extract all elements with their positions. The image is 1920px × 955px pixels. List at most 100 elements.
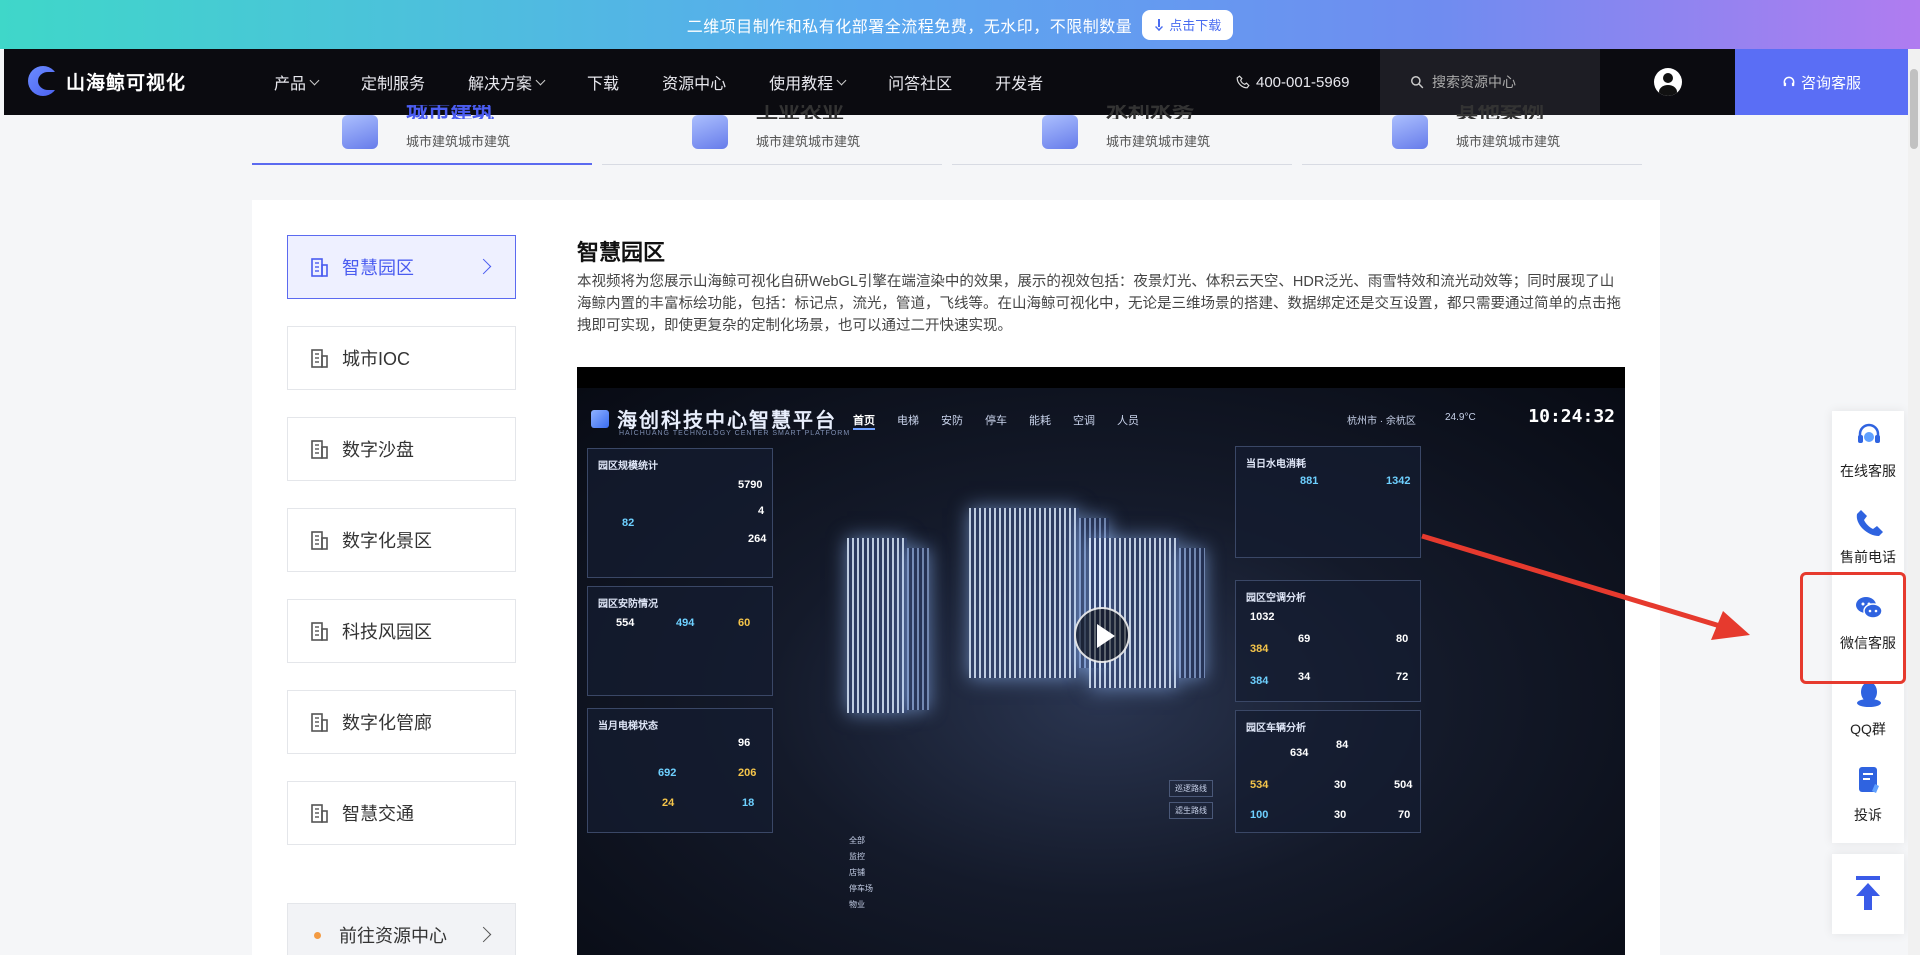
nav-item-6[interactable]: 问答社区 <box>888 70 952 94</box>
chevron-right-icon <box>475 926 492 943</box>
parking-used-value: 534 <box>1250 779 1269 791</box>
promo-download-button[interactable]: 点击下载 <box>1142 9 1234 40</box>
category-subtitle: 城市建筑城市建筑 <box>1456 134 1561 149</box>
logo[interactable]: 山海鲸可视化 <box>28 66 186 96</box>
resource-center-link[interactable]: 前往资源中心 <box>287 903 516 955</box>
floatbar-item-label: QQ群 <box>1850 721 1886 737</box>
category-tab-3[interactable]: 其他案例 城市建筑城市建筑 <box>1302 105 1642 165</box>
sidebar-item-2[interactable]: 数字沙盘 <box>287 417 516 481</box>
video-menu-item-0: 全部 <box>849 836 865 845</box>
panel-energy: 当日水电消耗 881 1342 <box>1235 446 1421 558</box>
chevron-down-icon <box>309 75 320 85</box>
panel-parking: 园区车辆分析 634 84 534 30 504 100 30 70 <box>1235 710 1421 833</box>
building-left <box>847 538 907 713</box>
content-title: 智慧园区 <box>577 240 666 265</box>
floatbar-item-4[interactable]: 投诉 <box>1832 755 1904 835</box>
building-center <box>969 508 1079 678</box>
user-avatar-icon[interactable] <box>1654 68 1682 96</box>
panel-park-scale: 园区规模统计 82 5790 4 264 <box>587 448 773 578</box>
nav-item-0[interactable]: 产品 <box>274 70 320 94</box>
building-icon <box>308 802 330 824</box>
panel-park-scale-title: 园区规模统计 <box>598 461 658 472</box>
floatbar-item-label: 在线客服 <box>1840 463 1896 479</box>
nav-item-label: 产品 <box>274 76 307 93</box>
sidebar-item-label: 城市IOC <box>342 349 411 369</box>
sidebar-item-1[interactable]: 城市IOC <box>287 326 516 390</box>
sidebar-item-label: 数字沙盘 <box>342 440 414 460</box>
floatbar-item-1[interactable]: 售前电话 <box>1832 497 1904 577</box>
video-menu-item-1: 监控 <box>849 852 865 861</box>
sidebar-item-0[interactable]: 智慧园区 <box>287 235 516 299</box>
security-monitors-value: 554 <box>616 617 635 629</box>
video-player[interactable]: 海创科技中心智慧平台 HAICHUANG TECHNOLOGY CENTER S… <box>577 367 1625 955</box>
video-menu-item-4: 物业 <box>849 900 865 909</box>
building-icon <box>308 620 330 642</box>
chevron-down-icon <box>535 75 546 85</box>
park-rate-value: 82 <box>622 517 635 529</box>
sidebar-item-4[interactable]: 科技风园区 <box>287 599 516 663</box>
sidebar-item-3[interactable]: 数字化景区 <box>287 508 516 572</box>
consult-label: 咨询客服 <box>1800 74 1861 92</box>
nav-item-label: 使用教程 <box>769 76 834 93</box>
aircon-equip-value: 80 <box>1396 633 1409 645</box>
video-temperature: 24.9°C <box>1445 412 1476 423</box>
nav-item-1[interactable]: 定制服务 <box>361 70 425 94</box>
content-area: 智慧园区 本视频将为您展示山海鲸可视化自研WebGL引擎在端渲染中的效果，展示的… <box>577 235 1625 337</box>
top-nav: 山海鲸可视化 产品 定制服务 解决方案 下载 资源中心 使用教程 问答社区 开发者 400-0… <box>4 49 1908 115</box>
energy-water-value: 881 <box>1300 475 1319 487</box>
promo-download-label: 点击下载 <box>1169 18 1222 33</box>
scrollbar-thumb[interactable] <box>1910 69 1918 149</box>
video-layer-menu: 全部 监控 店铺 停车场 物业 <box>849 833 873 913</box>
aircon-off-value: 384 <box>1250 675 1269 687</box>
parking-below-value: 504 <box>1394 779 1413 791</box>
park-buildings-value: 4 <box>758 505 765 517</box>
category-tabs: 城市建筑 城市建筑城市建筑 工业农业 城市建筑城市建筑 水利水务 城市建筑城市建筑 其他案例… <box>252 105 1660 165</box>
panel-energy-title: 当日水电消耗 <box>1246 459 1306 470</box>
video-dashboard-title: 海创科技中心智慧平台 <box>591 404 837 433</box>
category-building-icon <box>692 115 728 149</box>
building-icon <box>308 711 330 733</box>
phone-number[interactable]: 400-001-5969 <box>1236 49 1349 115</box>
parking-free-value: 100 <box>1250 809 1269 821</box>
category-subtitle: 城市建筑城市建筑 <box>1106 134 1211 149</box>
back-to-top-button[interactable] <box>1832 854 1904 934</box>
parking-rate-value: 84 <box>1336 739 1349 751</box>
elevator-normal-value: 692 <box>658 767 677 779</box>
building-icon <box>308 347 330 369</box>
video-tab-2: 安防 <box>941 415 963 427</box>
panel-elevator: 当月电梯状态 96 692 206 24 18 <box>587 708 773 833</box>
play-icon[interactable] <box>1074 607 1130 663</box>
content-description: 本视频将为您展示山海鲸可视化自研WebGL引擎在端渲染中的效果，展示的视效包括：… <box>577 274 1621 334</box>
video-location: 杭州市 · 余杭区 <box>1347 416 1416 427</box>
sidebar-item-6[interactable]: 智慧交通 <box>287 781 516 845</box>
nav-item-2[interactable]: 解决方案 <box>468 70 546 94</box>
complaint-icon <box>1854 765 1884 795</box>
category-title: 工业农业 <box>756 105 845 119</box>
park-offices-value: 264 <box>748 533 767 545</box>
nav-item-7[interactable]: 开发者 <box>995 70 1043 94</box>
sidebar-item-label: 数字化景区 <box>342 531 432 551</box>
sidebar-item-5[interactable]: 数字化管廊 <box>287 690 516 754</box>
elevator-safety-value: 96 <box>738 737 751 749</box>
nav-menu: 产品 定制服务 解决方案 下载 资源中心 使用教程 问答社区 开发者 <box>274 49 1086 115</box>
nav-item-3[interactable]: 下载 <box>587 70 619 94</box>
category-tab-1[interactable]: 工业农业城市建筑城市建筑 <box>602 105 942 165</box>
promo-banner: 二维项目制作和私有化部署全流程免费，无水印，不限制数量 点击下载 <box>0 0 1920 49</box>
nav-item-4[interactable]: 资源中心 <box>662 70 726 94</box>
building-icon <box>308 256 330 278</box>
consult-button[interactable]: 咨询客服 <box>1735 49 1908 115</box>
video-tab-5: 空调 <box>1073 415 1095 427</box>
panel-elevator-title: 当月电梯状态 <box>598 721 658 732</box>
nav-item-label: 开发者 <box>995 76 1044 93</box>
floatbar-item-label: 售前电话 <box>1840 549 1896 565</box>
category-subtitle: 城市建筑城市建筑 <box>756 134 861 149</box>
page-scrollbar[interactable] <box>1908 49 1920 955</box>
parking-total-value: 634 <box>1290 747 1309 759</box>
nav-item-5[interactable]: 使用教程 <box>769 70 847 94</box>
floatbar-item-0[interactable]: 在线客服 <box>1832 411 1904 491</box>
aircon-rate-value: 69 <box>1298 633 1311 645</box>
building-icon <box>591 409 609 428</box>
category-tab-0[interactable]: 城市建筑 城市建筑城市建筑 <box>252 105 592 165</box>
sidebar-item-label: 科技风园区 <box>342 622 432 642</box>
category-tab-2[interactable]: 水利水务 城市建筑城市建筑 <box>952 105 1292 165</box>
